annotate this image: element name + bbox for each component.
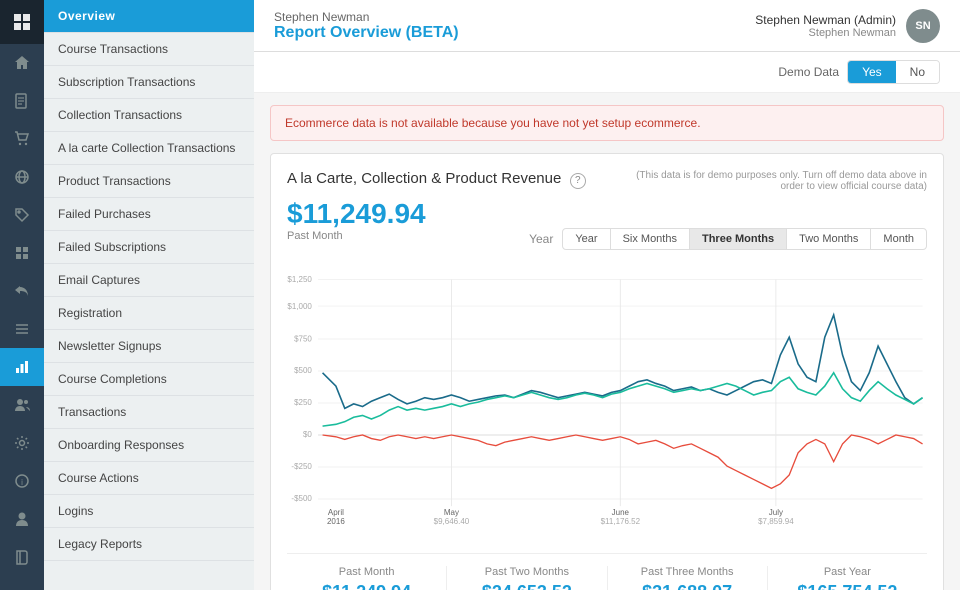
info-icon[interactable]: i (0, 462, 44, 500)
svg-text:$500: $500 (294, 366, 312, 375)
chart-sub-label: Past Month (287, 230, 426, 242)
sidebar-item-14[interactable]: Logins (44, 495, 254, 528)
document-icon[interactable] (0, 82, 44, 120)
sidebar-item-1[interactable]: Subscription Transactions (44, 66, 254, 99)
sidebar-item-6[interactable]: Failed Subscriptions (44, 231, 254, 264)
chart-card: A la Carte, Collection & Product Revenue… (270, 153, 944, 590)
summary-item-3: Past Year$165,754.52 (767, 566, 927, 590)
globe-icon[interactable] (0, 158, 44, 196)
demo-no-button[interactable]: No (896, 61, 939, 83)
icon-bar: i (0, 0, 44, 590)
content-area: Demo Data Yes No Ecommerce data is not a… (254, 52, 960, 590)
sidebar-item-0[interactable]: Course Transactions (44, 33, 254, 66)
person-icon[interactable] (0, 500, 44, 538)
svg-text:$7,859.94: $7,859.94 (758, 517, 794, 526)
summary-row: Past Month$11,249.94Past Two Months$24,6… (287, 553, 927, 590)
svg-text:$750: $750 (294, 335, 312, 344)
sidebar-item-12[interactable]: Onboarding Responses (44, 429, 254, 462)
admin-name: Stephen Newman (Admin) (755, 13, 896, 27)
svg-text:$11,176.52: $11,176.52 (601, 517, 641, 526)
summary-item-1: Past Two Months$24,653.52 (446, 566, 606, 590)
tag-icon[interactable] (0, 196, 44, 234)
book-icon[interactable] (0, 538, 44, 576)
summary-item-2: Past Three Months$31,688.07 (607, 566, 767, 590)
time-tab-two-months[interactable]: Two Months (786, 228, 871, 250)
sidebar: Overview Course TransactionsSubscription… (44, 0, 254, 590)
svg-text:2016: 2016 (327, 517, 345, 526)
header-user-name-block: Stephen Newman (Admin) Stephen Newman (755, 13, 896, 39)
sidebar-item-2[interactable]: Collection Transactions (44, 99, 254, 132)
sidebar-item-5[interactable]: Failed Purchases (44, 198, 254, 231)
main-content: Stephen Newman Report Overview (BETA) St… (254, 0, 960, 590)
header-title-block: Stephen Newman Report Overview (BETA) (274, 10, 459, 42)
sidebar-item-4[interactable]: Product Transactions (44, 165, 254, 198)
time-tab-year[interactable]: Year (562, 228, 610, 250)
svg-text:-$250: -$250 (291, 462, 312, 471)
svg-text:$0: $0 (303, 430, 312, 439)
svg-text:$250: $250 (294, 398, 312, 407)
time-tab-three-months[interactable]: Three Months (689, 228, 787, 250)
settings-icon[interactable] (0, 424, 44, 462)
avatar: SN (906, 9, 940, 43)
page-title: Report Overview (BETA) (274, 24, 459, 42)
time-tab-month[interactable]: Month (870, 228, 927, 250)
reply-icon[interactable] (0, 272, 44, 310)
chart-title-group: A la Carte, Collection & Product Revenue… (287, 170, 586, 189)
top-header: Stephen Newman Report Overview (BETA) St… (254, 0, 960, 52)
demo-toggle-group: Yes No (847, 60, 940, 84)
time-label: Year (529, 232, 553, 246)
time-tabs: Year YearSix MonthsThree MonthsTwo Month… (529, 228, 927, 250)
list-icon[interactable] (0, 310, 44, 348)
svg-text:July: July (769, 508, 783, 517)
svg-text:June: June (612, 508, 630, 517)
svg-text:-$500: -$500 (291, 494, 312, 503)
svg-text:i: i (21, 478, 23, 487)
sidebar-item-13[interactable]: Course Actions (44, 462, 254, 495)
users-icon[interactable] (0, 386, 44, 424)
chart-container: $1,250 $1,000 $750 $500 $250 $0 -$250 -$… (287, 250, 927, 545)
admin-sub: Stephen Newman (755, 27, 896, 39)
demo-yes-button[interactable]: Yes (848, 61, 896, 83)
alert-banner: Ecommerce data is not available because … (270, 105, 944, 141)
chart-help-icon[interactable]: ? (570, 173, 586, 189)
summary-item-0: Past Month$11,249.94 (287, 566, 446, 590)
chart-svg: $1,250 $1,000 $750 $500 $250 $0 -$250 -$… (287, 250, 927, 540)
chart-header: A la Carte, Collection & Product Revenue… (287, 170, 927, 192)
chart-main-value: $11,249.94 (287, 198, 426, 230)
header-user-greeting: Stephen Newman (274, 10, 459, 24)
demo-label: Demo Data (778, 65, 839, 79)
time-tab-six-months[interactable]: Six Months (610, 228, 690, 250)
svg-text:$1,250: $1,250 (287, 275, 312, 284)
cart-icon[interactable] (0, 120, 44, 158)
svg-text:$1,000: $1,000 (287, 302, 312, 311)
chart-title: A la Carte, Collection & Product Revenue (287, 170, 561, 187)
sidebar-item-3[interactable]: A la carte Collection Transactions (44, 132, 254, 165)
svg-text:$9,646.40: $9,646.40 (434, 517, 470, 526)
grid-icon[interactable] (0, 234, 44, 272)
sidebar-item-10[interactable]: Course Completions (44, 363, 254, 396)
home-icon[interactable] (0, 44, 44, 82)
chart-icon[interactable] (0, 348, 44, 386)
svg-text:May: May (444, 508, 459, 517)
header-user-section: Stephen Newman (Admin) Stephen Newman SN (755, 9, 940, 43)
svg-text:April: April (328, 508, 344, 517)
sidebar-item-overview[interactable]: Overview (44, 0, 254, 33)
sidebar-item-11[interactable]: Transactions (44, 396, 254, 429)
sidebar-item-7[interactable]: Email Captures (44, 264, 254, 297)
demo-bar: Demo Data Yes No (254, 52, 960, 93)
sidebar-item-9[interactable]: Newsletter Signups (44, 330, 254, 363)
app-logo[interactable] (0, 0, 44, 44)
sidebar-item-15[interactable]: Legacy Reports (44, 528, 254, 561)
sidebar-item-8[interactable]: Registration (44, 297, 254, 330)
chart-demo-note: (This data is for demo purposes only. Tu… (627, 170, 927, 192)
